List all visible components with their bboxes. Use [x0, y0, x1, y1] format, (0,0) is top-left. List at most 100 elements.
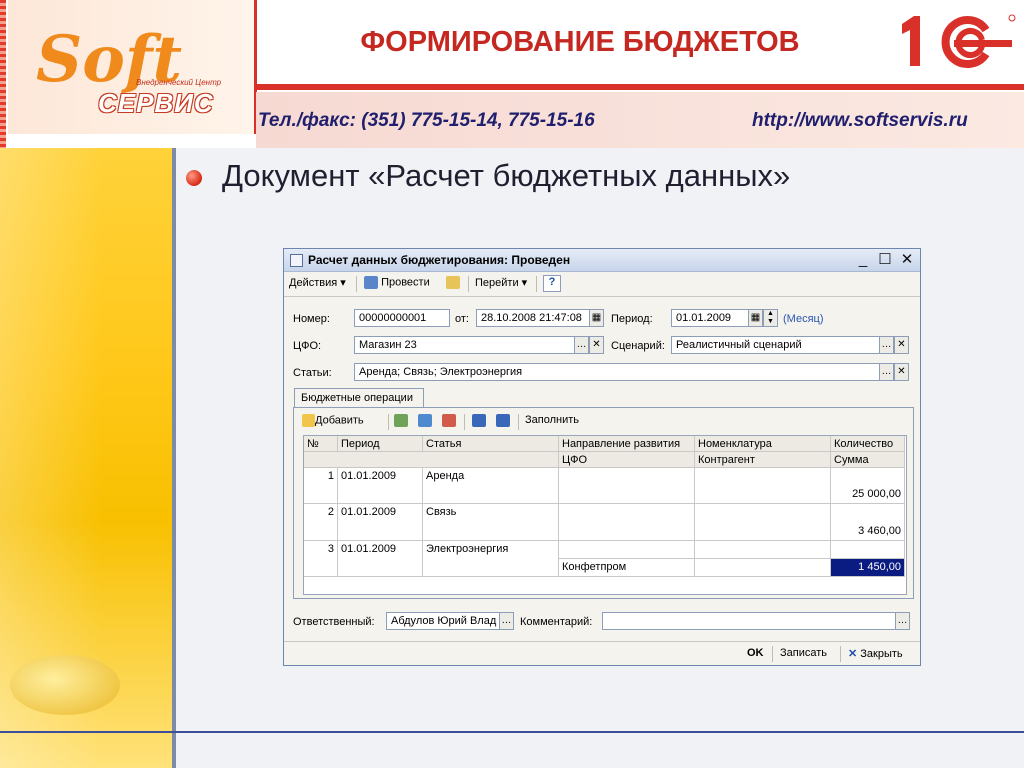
responsible-label: Ответственный:: [293, 616, 375, 628]
period-field[interactable]: 01.01.2009: [671, 309, 749, 327]
articles-field[interactable]: Аренда; Связь; Электроэнергия: [354, 363, 880, 381]
table-row-article[interactable]: Электроэнергия: [423, 541, 559, 577]
col-header-quantity[interactable]: Количество: [831, 436, 905, 452]
calendar-icon[interactable]: ▦: [748, 309, 763, 327]
help-button[interactable]: ?: [543, 275, 561, 292]
col-header-direction[interactable]: Направление развития: [559, 436, 695, 452]
table-row-article[interactable]: Связь: [423, 504, 559, 541]
copy-row-button[interactable]: [394, 414, 408, 427]
period-stepper[interactable]: ▲ ▼: [763, 309, 778, 327]
unpost-button[interactable]: [446, 276, 460, 289]
close-button[interactable]: ✕ Закрыть: [848, 647, 903, 660]
col-header-cfo[interactable]: ЦФО: [559, 452, 695, 468]
table-row-number[interactable]: 3: [304, 541, 338, 577]
scenario-field[interactable]: Реалистичный сценарий: [671, 336, 880, 354]
scenario-select-button[interactable]: …: [879, 336, 894, 354]
table-row-cfo[interactable]: [559, 504, 695, 541]
left-decor-stripe: [0, 0, 6, 148]
ok-button[interactable]: OK: [747, 647, 764, 659]
unpost-icon: [446, 276, 460, 289]
document-window: Расчет данных бюджетирования: Проведен _…: [283, 248, 921, 666]
window-titlebar: Расчет данных бюджетирования: Проведен _…: [284, 249, 920, 272]
post-icon: [364, 276, 378, 289]
col-header-period[interactable]: Период: [338, 436, 423, 452]
articles-clear-icon[interactable]: ✕: [894, 363, 909, 381]
delete-row-button[interactable]: [442, 414, 456, 427]
toolbar: Действия ▾ Провести Перейти ▾ ?: [284, 272, 920, 297]
copy-icon: [394, 414, 408, 427]
actions-menu[interactable]: Действия ▾: [289, 276, 346, 289]
table-row-number[interactable]: 1: [304, 468, 338, 504]
table-row-counterparty[interactable]: [695, 504, 831, 541]
table-row-counterparty[interactable]: [695, 468, 831, 504]
table-row-amount[interactable]: 3 460,00: [831, 504, 905, 541]
table-row-number[interactable]: 2: [304, 504, 338, 541]
table-row-counterparty[interactable]: [695, 559, 831, 577]
edit-icon: [418, 414, 432, 427]
edit-row-button[interactable]: [418, 414, 432, 427]
responsible-select-button[interactable]: …: [499, 612, 514, 630]
table-row-period[interactable]: 01.01.2009: [338, 504, 423, 541]
close-window-button[interactable]: ✕: [898, 251, 916, 269]
contact-url[interactable]: http://www.softservis.ru: [752, 110, 968, 132]
number-field[interactable]: 00000000001: [354, 309, 450, 327]
post-button[interactable]: Провести: [364, 276, 430, 289]
chevron-down-icon: ▾: [340, 277, 346, 289]
window-title: Расчет данных бюджетирования: Проведен: [308, 253, 571, 267]
from-label: от:: [455, 313, 469, 325]
comment-label: Комментарий:: [520, 616, 593, 628]
slide-title: ФОРМИРОВАНИЕ БЮДЖЕТОВ: [360, 26, 800, 58]
bullet-icon: [186, 170, 202, 186]
cfo-select-button[interactable]: …: [574, 336, 589, 354]
table-row-period[interactable]: 01.01.2009: [338, 541, 423, 577]
fill-button[interactable]: Заполнить: [525, 414, 579, 426]
maximize-button[interactable]: ☐: [876, 251, 894, 269]
logo-servis-text: СЕРВИС: [98, 88, 214, 118]
scenario-label: Сценарий:: [611, 340, 665, 352]
add-row-button[interactable]: Добавить: [302, 414, 364, 427]
col-header-number[interactable]: №: [304, 436, 338, 452]
sort-desc-button[interactable]: [496, 414, 510, 427]
tab-panel: Добавить Заполнить № Период Статья Напра…: [293, 407, 914, 599]
comment-select-button[interactable]: …: [895, 612, 910, 630]
table-row-amount[interactable]: 25 000,00: [831, 468, 905, 504]
scenario-clear-icon[interactable]: ✕: [894, 336, 909, 354]
minimize-button[interactable]: _: [854, 251, 872, 269]
number-label: Номер:: [293, 313, 330, 325]
table-row-period[interactable]: 01.01.2009: [338, 468, 423, 504]
tab-budget-operations[interactable]: Бюджетные операции: [294, 388, 424, 408]
col-header-nomenclature[interactable]: Номенклатура: [695, 436, 831, 452]
period-unit-link[interactable]: (Месяц): [783, 313, 824, 325]
col-header-counterparty[interactable]: Контрагент: [695, 452, 831, 468]
calendar-icon[interactable]: ▦: [589, 309, 604, 327]
articles-select-button[interactable]: …: [879, 363, 894, 381]
goto-menu[interactable]: Перейти ▾: [475, 276, 527, 289]
close-label: Закрыть: [860, 648, 903, 660]
logo-tagline: Внедренческий Центр: [136, 78, 222, 87]
cfo-field[interactable]: Магазин 23: [354, 336, 575, 354]
sort-asc-icon: [472, 414, 486, 427]
table-row-article[interactable]: Аренда: [423, 468, 559, 504]
responsible-field[interactable]: Абдулов Юрий Влад: [386, 612, 500, 630]
cfo-clear-icon[interactable]: ✕: [589, 336, 604, 354]
window-footer: OK Записать ✕ Закрыть: [284, 641, 920, 666]
table-row-amount-selected[interactable]: 1 450,00: [831, 559, 905, 577]
operations-table: № Период Статья Направление развития Ном…: [303, 435, 907, 595]
save-button[interactable]: Записать: [780, 647, 827, 659]
articles-label: Статьи:: [293, 367, 332, 379]
comment-field[interactable]: [602, 612, 896, 630]
sort-asc-button[interactable]: [472, 414, 486, 427]
table-row-cfo[interactable]: [559, 468, 695, 504]
col-header-article[interactable]: Статья: [423, 436, 559, 452]
date-field[interactable]: 28.10.2008 21:47:08: [476, 309, 590, 327]
close-icon: ✕: [848, 648, 858, 660]
delete-icon: [442, 414, 456, 427]
col-header-amount[interactable]: Сумма: [831, 452, 905, 468]
chevron-down-icon: ▾: [521, 277, 528, 289]
sort-desc-icon: [496, 414, 510, 427]
goto-label: Перейти: [475, 277, 519, 289]
document-icon: [290, 254, 303, 267]
table-row-cfo[interactable]: Конфетпром: [559, 559, 695, 577]
softservis-logo: Soft Внедренческий Центр СЕРВИС: [8, 0, 257, 134]
post-label: Провести: [381, 276, 430, 289]
